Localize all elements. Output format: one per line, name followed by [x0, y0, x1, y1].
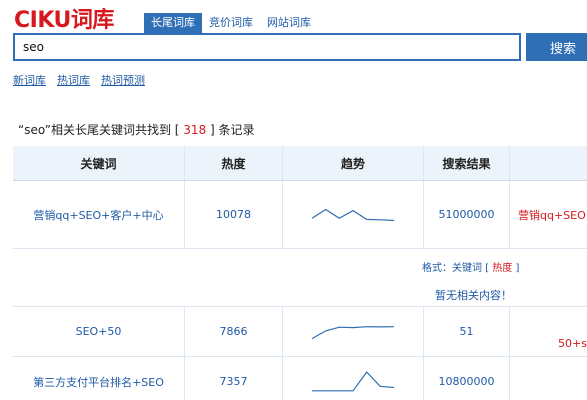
header-keyword: 关键词 — [13, 146, 185, 180]
link-hot-forecast[interactable]: 热词预测 — [101, 72, 145, 88]
search-input[interactable] — [13, 33, 521, 61]
results-value: 51000000 — [438, 208, 495, 221]
summary-suffix: ] 条记录 — [206, 123, 255, 137]
format-prefix: 格式：关键词 [ — [422, 263, 493, 274]
heat-value: 10078 — [216, 208, 251, 221]
header-related — [510, 146, 587, 180]
tab-longtail[interactable]: 长尾词库 — [144, 13, 202, 33]
table-row: SEO+50 7866 51 50+s — [13, 307, 587, 357]
trend-sparkline — [311, 208, 395, 221]
summary-prefix: “seo”相关长尾关键词共找到 [ — [18, 123, 184, 137]
format-hot: 热度 — [492, 263, 513, 274]
keyword-table: 关键词 热度 趋势 搜索结果 营销qq+SEO+客户+中心 10078 5100… — [13, 146, 587, 400]
no-content-message: 暂无相关内容！ — [435, 289, 512, 302]
format-suffix: ] — [512, 263, 520, 274]
result-count: 318 — [183, 123, 207, 137]
header-heat: 热度 — [185, 146, 283, 180]
result-summary: “seo”相关长尾关键词共找到 [ 318 ] 条记录 — [18, 121, 255, 138]
results-value: 51 — [459, 325, 474, 338]
format-hint: 格式：关键词 [ 热度 ] — [422, 259, 519, 274]
keyword-link[interactable]: SEO+50 — [76, 325, 122, 338]
logo-text: CIKU词库 — [14, 8, 114, 33]
header-trend: 趋势 — [283, 146, 424, 180]
tab-bidding[interactable]: 竞价词库 — [202, 13, 260, 33]
search-button[interactable]: 搜索 — [526, 33, 587, 61]
sub-navigation: 新词库 热词库 热词预测 — [13, 72, 145, 88]
tab-website[interactable]: 网站词库 — [260, 13, 318, 33]
link-hot-words[interactable]: 热词库 — [57, 72, 90, 88]
trend-line — [311, 325, 395, 339]
table-header: 关键词 热度 趋势 搜索结果 — [13, 146, 587, 181]
results-value: 10800000 — [438, 375, 495, 388]
table-row: 营销qq+SEO+客户+中心 10078 51000000 营销qq+SEO — [13, 181, 587, 249]
trend-line — [311, 208, 395, 221]
header-results: 搜索结果 — [424, 146, 510, 180]
related-keyword-link[interactable]: 50+s — [558, 337, 587, 350]
trend-sparkline — [312, 370, 395, 391]
trend-line — [312, 370, 395, 391]
trend-sparkline — [311, 325, 395, 339]
keyword-link[interactable]: 营销qq+SEO+客户+中心 — [33, 207, 163, 223]
keyword-link[interactable]: 第三方支付平台排名+SEO — [33, 374, 164, 390]
heat-value: 7357 — [219, 375, 248, 388]
search-type-tabs: 长尾词库 竞价词库 网站词库 — [144, 13, 318, 33]
link-new-words[interactable]: 新词库 — [13, 72, 46, 88]
table-row: 第三方支付平台排名+SEO 7357 10800000 — [13, 357, 587, 400]
ciku-logo[interactable]: CIKU词库 — [14, 5, 114, 33]
heat-value: 7866 — [219, 325, 248, 338]
related-keyword-link[interactable]: 营销qq+SEO — [518, 207, 586, 223]
search-bar: 搜索 — [13, 33, 587, 61]
